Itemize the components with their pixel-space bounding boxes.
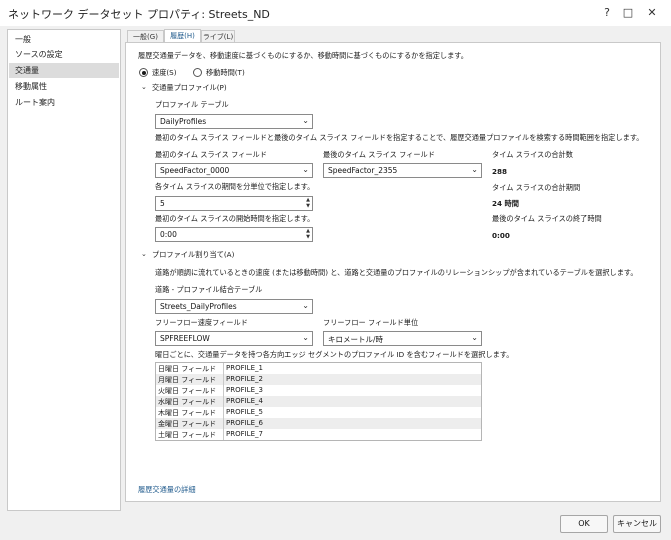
profile-table-value: DailyProfiles [160,117,207,126]
weekday-name: 月曜日 フィールド [158,376,217,384]
period-value: 5 [160,199,165,208]
chevron-down-icon: ⌄ [302,116,309,125]
weekday-help: 曜日ごとに、交通量データを持つ各方向エッジ セグメントのプロファイル ID を含… [155,350,514,359]
weekday-field[interactable]: PROFILE_2 [226,375,263,383]
maximize-icon[interactable]: □ [617,4,639,22]
close-icon[interactable]: ✕ [641,4,663,22]
weekday-name: 金曜日 フィールド [158,420,217,428]
chevron-down-icon: ⌄ [302,165,309,174]
last-slice-select[interactable]: SpeedFactor_2355 ⌄ [323,163,482,178]
weekday-field[interactable]: PROFILE_5 [226,408,263,416]
assignment-help: 道路が順調に流れているときの速度 (または移動時間) と、道路と交通量のプロファ… [155,268,638,277]
weekday-field-table: 日曜日 フィールド PROFILE_1 月曜日 フィールド PROFILE_2 … [155,362,482,441]
table-row[interactable]: 木曜日 フィールド PROFILE_5 [156,407,481,418]
freeflow-label: フリーフロー速度フィールド [155,318,248,327]
chevron-down-icon[interactable]: ⌄ [141,250,147,258]
travel-time-radio-label: 移動時間(T) [206,68,245,77]
ok-button[interactable]: OK [560,515,608,533]
freeflow-select[interactable]: SPFREEFLOW ⌄ [155,331,313,346]
profile-table-label: プロファイル テーブル [155,100,229,109]
intro-text: 履歴交通量データを、移動速度に基づくものにするか、移動時間に基づくものにするかを… [138,51,468,60]
freeflow-unit-select[interactable]: キロメートル/時 ⌄ [323,331,482,346]
last-slice-label: 最後のタイム スライス フィールド [323,150,435,159]
chevron-down-icon: ⌄ [302,301,309,310]
table-row[interactable]: 日曜日 フィールド PROFILE_1 [156,363,481,374]
end-time-value: 0:00 [492,231,510,240]
tab-live[interactable]: ライブ(L) [201,30,235,42]
end-time-label: 最後のタイム スライスの終了時間 [492,214,602,223]
weekday-field[interactable]: PROFILE_6 [226,419,263,427]
travel-time-radio[interactable] [193,68,202,77]
table-row[interactable]: 月曜日 フィールド PROFILE_2 [156,374,481,385]
weekday-field[interactable]: PROFILE_7 [226,430,263,438]
window-title: ネットワーク データセット プロパティ: Streets_ND [8,8,270,21]
chevron-down-icon[interactable]: ▼ [306,203,310,209]
speed-radio[interactable] [139,68,148,77]
weekday-name: 土曜日 フィールド [158,431,217,439]
total-duration-label: タイム スライスの合計期間 [492,183,581,192]
freeflow-unit-value: キロメートル/時 [328,335,384,344]
weekday-name: 木曜日 フィールド [158,409,217,417]
first-slice-select[interactable]: SpeedFactor_0000 ⌄ [155,163,313,178]
tab-history[interactable]: 履歴(H) [164,29,201,42]
start-time-stepper[interactable]: 0:00 ▲ ▼ [155,227,313,242]
period-stepper[interactable]: 5 ▲ ▼ [155,196,313,211]
freeflow-value: SPFREEFLOW [160,334,210,343]
table-row[interactable]: 火曜日 フィールド PROFILE_3 [156,385,481,396]
help-icon[interactable]: ? [596,4,618,22]
profile-table-select[interactable]: DailyProfiles ⌄ [155,114,313,129]
period-help: 各タイム スライスの期間を分単位で指定します。 [155,182,315,191]
chevron-down-icon: ⌄ [471,165,478,174]
join-table-label: 道路 - プロファイル結合テーブル [155,285,263,294]
sidebar-item-directions[interactable]: ルート案内 [9,95,119,110]
start-time-help: 最初のタイム スライスの開始時間を指定します。 [155,214,315,223]
sidebar-item-source-settings[interactable]: ソースの設定 [9,47,119,62]
history-details-link[interactable]: 履歴交通量の詳細 [138,485,196,495]
join-table-select[interactable]: Streets_DailyProfiles ⌄ [155,299,313,314]
cancel-button[interactable]: キャンセル [613,515,661,533]
total-duration-value: 24 時間 [492,199,519,208]
start-time-value: 0:00 [160,230,177,239]
table-row[interactable]: 金曜日 フィールド PROFILE_6 [156,418,481,429]
freeflow-unit-label: フリーフロー フィールド単位 [323,318,419,327]
first-slice-label: 最初のタイム スライス フィールド [155,150,267,159]
sidebar: 一般 ソースの設定 交通量 移動属性 ルート案内 [7,29,121,511]
chevron-down-icon[interactable]: ⌄ [141,83,147,91]
table-row[interactable]: 水曜日 フィールド PROFILE_4 [156,396,481,407]
weekday-name: 日曜日 フィールド [158,365,217,373]
sidebar-item-travel-attributes[interactable]: 移動属性 [9,79,119,94]
weekday-field[interactable]: PROFILE_3 [226,386,263,394]
chevron-down-icon: ⌄ [471,333,478,342]
last-slice-value: SpeedFactor_2355 [328,166,398,175]
time-slice-help: 最初のタイム スライス フィールドと最後のタイム スライス フィールドを指定する… [155,133,644,142]
weekday-name: 水曜日 フィールド [158,398,217,406]
chevron-down-icon: ⌄ [302,333,309,342]
total-slices-value: 288 [492,167,508,176]
tab-general[interactable]: 一般(G) [127,30,164,42]
total-slices-label: タイム スライスの合計数 [492,150,573,159]
profile-assignment-header[interactable]: プロファイル割り当て(A) [152,250,234,260]
speed-radio-label: 速度(S) [152,68,177,77]
profile-section-header[interactable]: 交通量プロファイル(P) [152,83,227,93]
first-slice-value: SpeedFactor_0000 [160,166,230,175]
sidebar-item-traffic[interactable]: 交通量 [9,63,119,78]
weekday-field[interactable]: PROFILE_1 [226,364,263,372]
join-table-value: Streets_DailyProfiles [160,302,237,311]
chevron-down-icon[interactable]: ▼ [306,234,310,240]
weekday-field[interactable]: PROFILE_4 [226,397,263,405]
weekday-name: 火曜日 フィールド [158,387,217,395]
sidebar-item-general[interactable]: 一般 [9,32,119,47]
table-row[interactable]: 土曜日 フィールド PROFILE_7 [156,429,481,440]
